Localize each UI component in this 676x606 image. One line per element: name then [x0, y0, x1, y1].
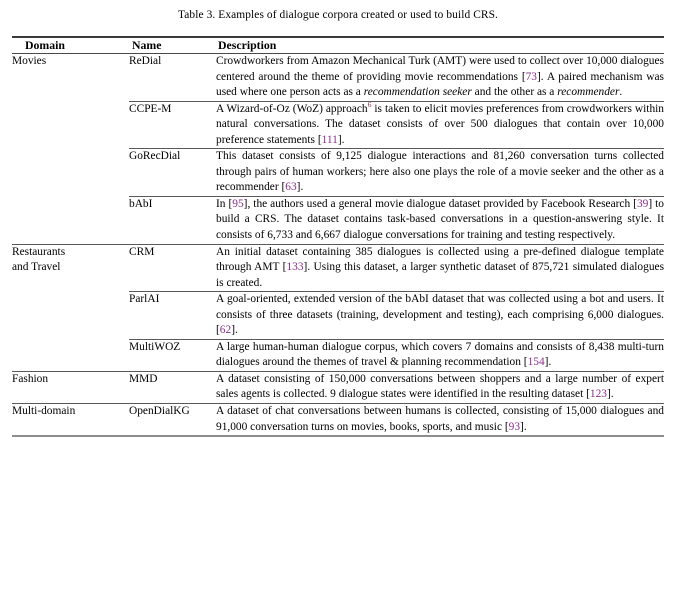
- cell-description: An initial dataset containing 385 dialog…: [216, 245, 665, 289]
- cell-domain-empty: [12, 102, 129, 149]
- cell-domain-empty: [12, 197, 129, 244]
- table-bottom-rule: [12, 435, 664, 439]
- cell-domain: Restaurants and Travel: [12, 245, 66, 273]
- cell-domain: Movies: [12, 55, 47, 67]
- table-row: Restaurants and Travel CRM An initial dat…: [12, 245, 664, 292]
- table-row: Multi-domain OpenDialKG A dataset of cha…: [12, 404, 664, 436]
- cell-description: This dataset consists of 9,125 dialogue …: [216, 150, 664, 194]
- cell-description: Crowdworkers from Amazon Mechanical Turk…: [216, 55, 664, 99]
- table-row: Fashion MMD A dataset consisting of 150,…: [12, 372, 664, 404]
- table-row: Movies ReDial Crowdworkers from Amazon M…: [12, 54, 664, 101]
- cell-name: GoRecDial: [129, 150, 181, 163]
- cell-name: MMD: [129, 372, 158, 385]
- citation-ref[interactable]: 73: [526, 71, 537, 83]
- cell-name: MultiWOZ: [129, 340, 181, 353]
- table-caption: Table 3. Examples of dialogue corpora cr…: [177, 9, 498, 21]
- footnote-marker[interactable]: 6: [368, 100, 372, 109]
- citation-ref[interactable]: 93: [509, 421, 520, 433]
- table-row: MultiWOZ A large human-human dialogue co…: [12, 340, 664, 372]
- dialogue-corpora-table: Domain Name Description Movies ReDial Cr…: [12, 36, 665, 439]
- cell-description: A dataset of chat conversations between …: [216, 405, 664, 433]
- cell-domain: Multi-domain: [12, 405, 76, 418]
- table-row: GoRecDial This dataset consists of 9,125…: [12, 149, 664, 196]
- emphasis-text: recommendation seeker: [363, 86, 472, 99]
- table-header-row: Domain Name Description: [12, 38, 664, 54]
- cell-domain-empty: [12, 149, 129, 196]
- column-header-description: Description: [218, 38, 277, 52]
- cell-description: A large human-human dialogue corpus, whi…: [216, 340, 664, 369]
- cell-domain-empty: [12, 340, 129, 372]
- cell-name: OpenDialKG: [129, 405, 190, 418]
- table-row: bAbI In [95], the authors used a general…: [12, 197, 664, 244]
- cell-domain-empty: [12, 292, 129, 339]
- table-row: CCPE-M A Wizard-of-Oz (WoZ) approach6 is…: [12, 99, 665, 149]
- citation-ref[interactable]: 111: [322, 134, 338, 146]
- cell-description: A dataset consisting of 150,000 conversa…: [216, 372, 664, 401]
- cell-name: CCPE-M: [129, 102, 172, 115]
- cell-name: ReDial: [129, 55, 162, 67]
- citation-ref[interactable]: 95: [232, 198, 243, 210]
- cell-name: bAbI: [129, 197, 153, 210]
- column-header-name: Name: [132, 38, 162, 52]
- emphasis-text: recommender: [557, 86, 620, 99]
- citation-ref[interactable]: 62: [220, 324, 231, 336]
- cell-name: CRM: [129, 245, 155, 258]
- citation-ref[interactable]: 154: [528, 356, 545, 368]
- citation-ref[interactable]: 123: [590, 388, 607, 400]
- cell-description: In [95], the authors used a general movi…: [216, 197, 664, 242]
- cell-description: A Wizard-of-Oz (WoZ) approach6 is taken …: [216, 99, 665, 146]
- table-row: ParlAI A goal-oriented, extended version…: [12, 292, 664, 339]
- cell-name: ParlAI: [129, 293, 160, 306]
- cell-domain: Fashion: [12, 372, 49, 385]
- citation-ref[interactable]: 63: [285, 181, 296, 193]
- citation-ref[interactable]: 39: [637, 198, 648, 210]
- citation-ref[interactable]: 133: [286, 261, 303, 273]
- table-container: Domain Name Description Movies ReDial Cr…: [12, 22, 665, 439]
- cell-description: A goal-oriented, extended version of the…: [216, 293, 664, 337]
- column-header-domain: Domain: [25, 38, 65, 52]
